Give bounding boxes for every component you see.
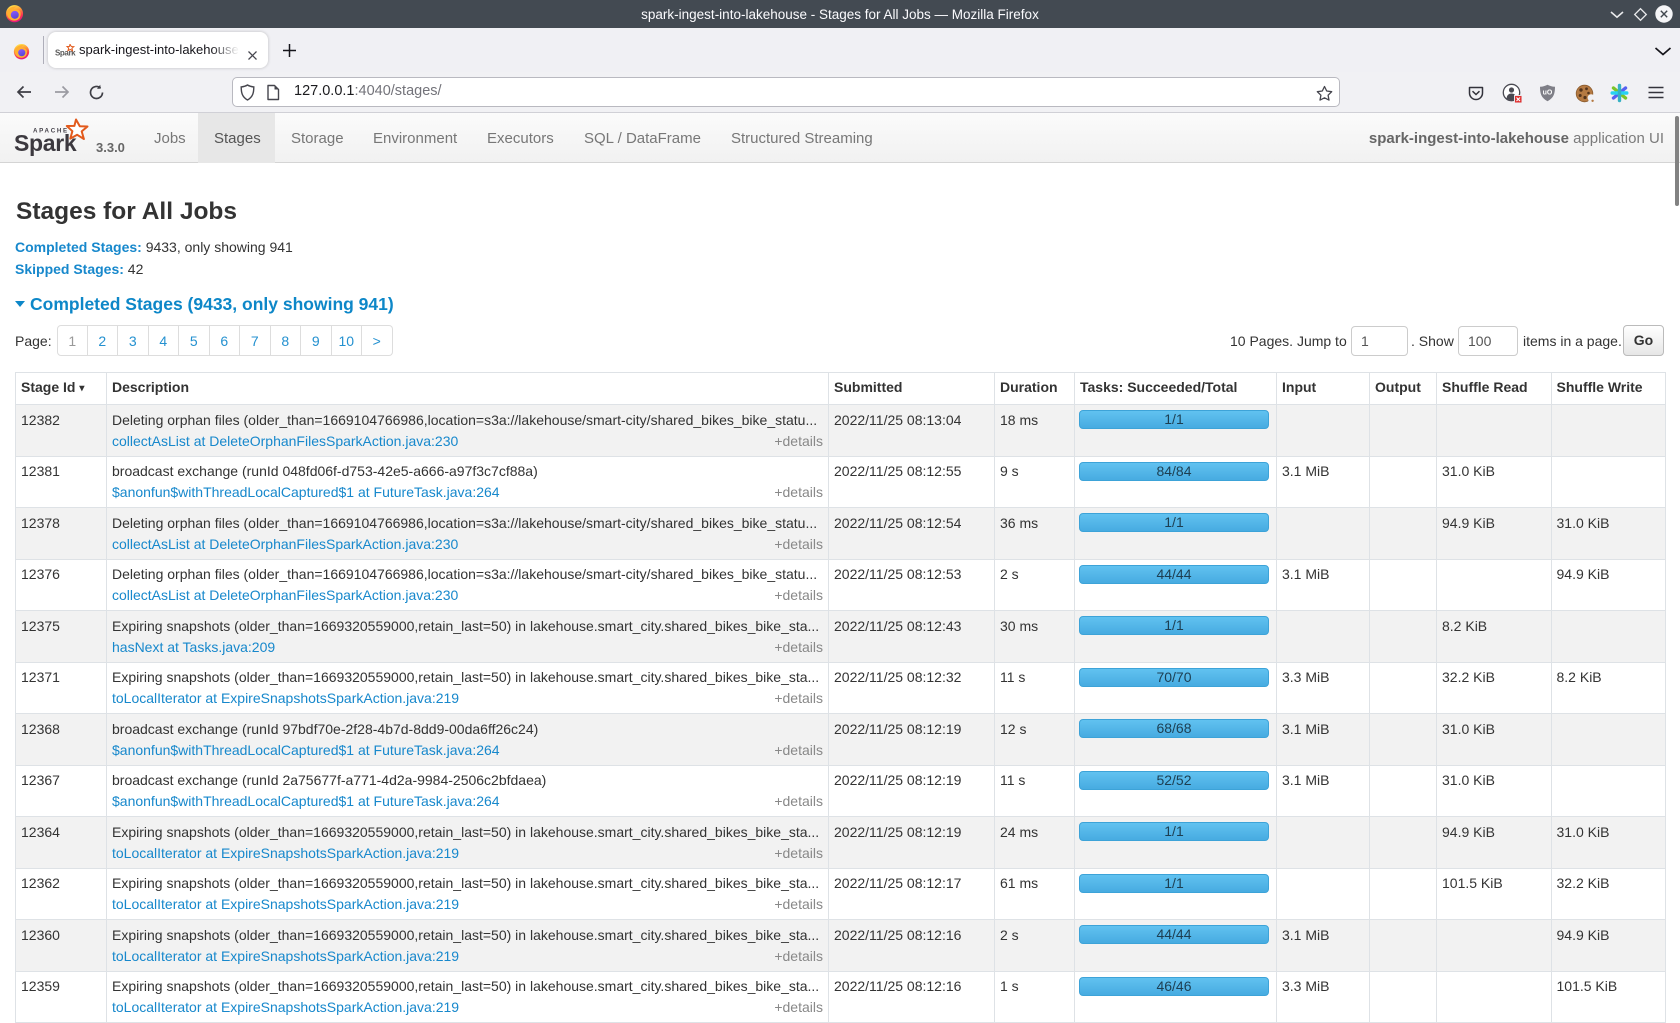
svg-text:Spark: Spark xyxy=(14,130,77,156)
svg-text:Spark: Spark xyxy=(55,49,76,58)
svg-text:uO: uO xyxy=(1543,90,1553,97)
